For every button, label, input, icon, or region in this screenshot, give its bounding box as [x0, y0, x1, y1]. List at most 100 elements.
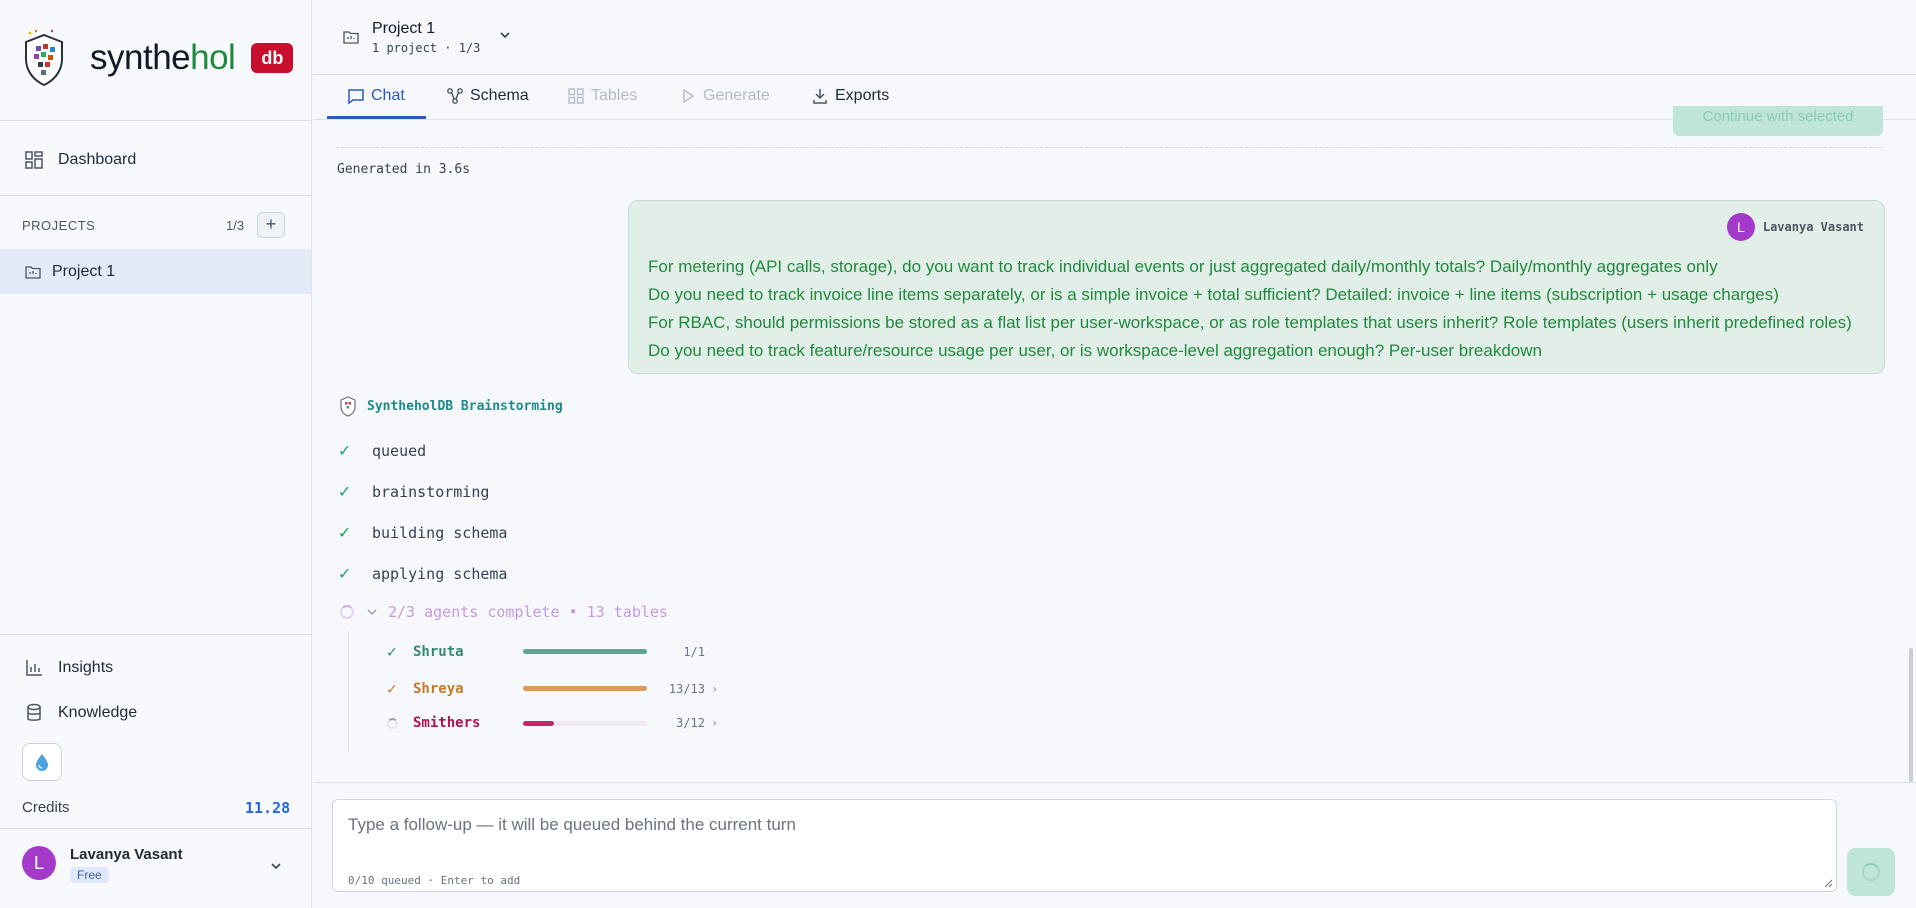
message-line: Do you need to track invoice line items … [648, 285, 1779, 304]
brand-name-part2: hol [190, 38, 236, 77]
project-title: Project 1 [372, 20, 436, 37]
chevron-right-icon[interactable]: › [711, 682, 718, 696]
step-label: applying schema [372, 564, 508, 583]
agent-name: Smithers [413, 715, 481, 731]
message-line: For RBAC, should permissions be stored a… [648, 313, 1852, 332]
step-item: ✓ applying schema [339, 563, 507, 584]
check-icon: ✓ [339, 440, 350, 461]
chat-scrollbar[interactable] [1909, 648, 1913, 782]
agents-summary-toggle[interactable]: 2/3 agents complete • 13 tables [340, 603, 668, 621]
user-message: L Lavanya Vasant For metering (API calls… [628, 200, 1885, 374]
project-subtitle: 1 project · 1/3 [372, 41, 481, 55]
agent-progress-fill [523, 649, 647, 654]
agent-count: 1/1 [683, 644, 705, 659]
projects-label: PROJECTS [22, 218, 96, 233]
avatar: L [1726, 213, 1755, 241]
chevron-down-icon [500, 32, 510, 39]
agent-row[interactable]: ✓ Shreya 13/13 › [387, 679, 718, 698]
spinner-icon [387, 717, 413, 729]
sidebar-item-project[interactable]: Project 1 [0, 249, 311, 294]
agent-count: 3/12 [676, 716, 705, 730]
shield-logo-icon [340, 396, 356, 417]
tab-label: Chat [371, 87, 405, 104]
project-item-label: Project 1 [52, 262, 116, 280]
author-name: Lavanya Vasant [1762, 220, 1864, 234]
shield-logo-icon [25, 29, 63, 87]
continue-with-selected-button[interactable]: Continue with selected [1673, 106, 1883, 136]
resize-handle-icon[interactable] [1823, 878, 1833, 888]
spinner-icon [1862, 863, 1880, 881]
agent-progress-bar [523, 720, 647, 726]
agent-row: ✓ Shruta 1/1 [387, 642, 705, 661]
message-body: For metering (API calls, storage), do yo… [648, 253, 1852, 365]
message-line: For metering (API calls, storage), do yo… [648, 257, 1718, 276]
check-icon: ✓ [339, 481, 350, 502]
agent-progress-bar [523, 649, 647, 654]
chat-bubble-icon [348, 89, 364, 105]
step-item: ✓ brainstorming [339, 481, 489, 502]
db-badge: db [251, 43, 294, 73]
message-divider [336, 147, 1882, 148]
agent-name: Shruta [413, 643, 464, 660]
tab-generate[interactable]: Generate [679, 87, 770, 105]
topbar [313, 0, 1916, 74]
sidebar: synthehol db Dashboard PROJECTS 1/3 + Pr… [0, 0, 312, 908]
agent-progress-fill [523, 686, 647, 691]
agent-count: 13/13 [668, 681, 705, 696]
sidebar-item-label: Knowledge [58, 704, 138, 721]
tab-exports[interactable]: Exports [811, 87, 889, 105]
plan-badge: Free [70, 867, 109, 883]
generated-time: Generated in 3.6s [337, 162, 471, 177]
input-placeholder: Type a follow-up — it will be queued beh… [348, 815, 796, 834]
send-button[interactable] [1847, 848, 1895, 896]
follow-up-input[interactable]: Type a follow-up — it will be queued beh… [332, 799, 1837, 892]
step-item: ✓ queued [339, 440, 426, 461]
project-folder-icon [25, 265, 41, 279]
user-name: Lavanya Vasant [70, 846, 183, 863]
step-label: queued [372, 441, 427, 460]
tab-schema[interactable]: Schema [446, 87, 529, 105]
avatar: L [22, 846, 56, 880]
chevron-down-icon[interactable] [268, 858, 284, 874]
chevron-down-icon [367, 609, 377, 616]
message-author: L Lavanya Vasant [1726, 213, 1864, 241]
project-selector[interactable]: Project 1 1 project · 1/3 [342, 20, 512, 55]
sidebar-item-label: Dashboard [58, 151, 137, 168]
agent-progress-fill [523, 720, 554, 726]
message-line: Do you need to track feature/resource us… [648, 341, 1542, 360]
agent-progress-bar [523, 686, 647, 691]
brand-name: synthehol [90, 38, 236, 78]
grid-icon [568, 88, 584, 104]
theme-drop-button[interactable] [22, 743, 62, 781]
queue-status: 0/10 queued · Enter to add [348, 874, 521, 887]
credits-value: 11.28 [245, 799, 291, 817]
check-icon: ✓ [339, 522, 350, 543]
check-icon: ✓ [339, 563, 350, 584]
divider [0, 828, 312, 829]
sidebar-item-insights[interactable]: Insights [24, 658, 113, 678]
spinner-icon [340, 605, 354, 619]
tab-label: Tables [591, 87, 638, 104]
tab-bar-overlay [313, 74, 1916, 75]
database-icon [27, 703, 41, 721]
project-folder-icon [343, 31, 359, 44]
step-item: ✓ building schema [339, 522, 507, 543]
step-label: building schema [372, 523, 508, 542]
tab-tables[interactable]: Tables [567, 87, 637, 105]
brand-logo[interactable]: synthehol db [22, 26, 294, 90]
sidebar-item-label: Insights [58, 659, 114, 676]
agent-row[interactable]: Smithers 3/12 › [387, 715, 718, 731]
divider [0, 195, 312, 196]
chevron-right-icon[interactable]: › [711, 716, 718, 730]
sidebar-item-knowledge[interactable]: Knowledge [24, 703, 137, 723]
user-menu[interactable]: L Lavanya Vasant Free [22, 846, 183, 884]
divider [0, 120, 312, 121]
active-tab-indicator [327, 116, 426, 119]
tab-chat[interactable]: Chat [347, 87, 405, 105]
tab-label: Schema [470, 87, 529, 104]
sidebar-item-dashboard[interactable]: Dashboard [24, 150, 136, 170]
add-project-button[interactable]: + [257, 212, 285, 238]
projects-count: 1/3 [226, 218, 245, 233]
dashboard-icon [25, 151, 43, 169]
water-drop-icon [36, 754, 48, 771]
